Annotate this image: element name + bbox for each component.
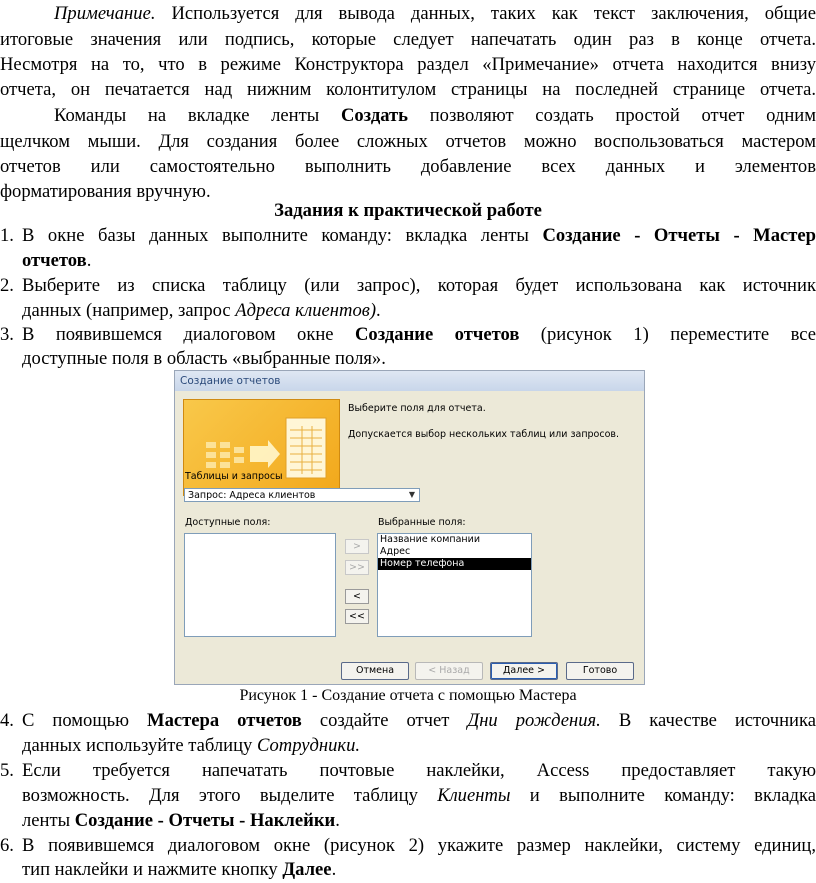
note-line-2: итоговые значения или подпись, которые с… xyxy=(0,29,816,50)
cancel-button[interactable]: Отмена xyxy=(341,662,409,680)
item-1-line-2: отчетов. xyxy=(22,250,92,271)
note-term: Примечание. xyxy=(54,3,156,24)
available-fields-list[interactable] xyxy=(184,533,336,637)
item-1-line-1: В окне базы данных выполните команду: вк… xyxy=(22,225,816,246)
item-3-line-1: В появившемся диалоговом окне Создание о… xyxy=(22,324,816,345)
section-title: Задания к практической работе xyxy=(274,200,542,221)
note-line-3: Несмотря на то, что в режиме Конструктор… xyxy=(0,54,816,75)
item-5-number: 5. xyxy=(0,760,14,781)
commands-line-2: щелчком мыши. Для создания более сложных… xyxy=(0,131,816,152)
item-3-number: 3. xyxy=(0,324,14,345)
list-item-selected[interactable]: Номер телефона xyxy=(378,558,531,570)
item-1-number: 1. xyxy=(0,225,14,246)
list-item[interactable]: Название компании xyxy=(378,534,531,546)
report-wizard-dialog: Создание отчетов Выберите поля для отчет… xyxy=(174,370,645,685)
item-4-number: 4. xyxy=(0,710,14,731)
tables-label: Таблицы и запросы xyxy=(185,471,283,482)
item-5-line-1: Если требуется напечатать почтовые накле… xyxy=(22,760,816,781)
item-4-line-1: С помощью Мастера отчетов создайте отчет… xyxy=(22,710,816,731)
item-5-line-3: ленты Создание - Отчеты - Наклейки. xyxy=(22,810,340,831)
commands-line-3: отчетов или самостоятельно выполнить доб… xyxy=(0,156,816,177)
item-4-line-2: данных используйте таблицу Сотрудники. xyxy=(22,735,361,756)
selected-fields-list[interactable]: Название компании Адрес Номер телефона xyxy=(377,533,532,637)
finish-button[interactable]: Готово xyxy=(566,662,634,680)
remove-all-fields-button[interactable]: << xyxy=(345,609,369,624)
figure-caption: Рисунок 1 - Создание отчета с помощью Ма… xyxy=(239,687,577,704)
list-item[interactable]: Адрес xyxy=(378,546,531,558)
commands-line-1: Команды на вкладке ленты Создать позволя… xyxy=(54,105,816,126)
item-6-number: 6. xyxy=(0,835,14,856)
item-2-line-1: Выберите из списка таблицу (или запрос),… xyxy=(22,275,816,296)
item-6-line-1: В появившемся диалоговом окне (рисунок 2… xyxy=(22,835,816,856)
add-all-fields-button[interactable]: >> xyxy=(345,560,369,575)
next-button[interactable]: Далее > xyxy=(490,662,558,680)
tables-combo[interactable]: Запрос: Адреса клиентов ▼ xyxy=(184,488,420,502)
dialog-title: Создание отчетов xyxy=(175,371,644,391)
selected-fields-label: Выбранные поля: xyxy=(378,517,466,528)
item-3-line-2: доступные поля в область «выбранные поля… xyxy=(22,348,386,369)
available-fields-label: Доступные поля: xyxy=(185,517,271,528)
note-line-1: Примечание. Используется для вывода данн… xyxy=(54,3,816,24)
prompt-multiple-tables: Допускается выбор нескольких таблиц или … xyxy=(348,429,620,440)
remove-field-button[interactable]: < xyxy=(345,589,369,604)
prompt-select-fields: Выберите поля для отчета. xyxy=(348,403,486,414)
item-2-number: 2. xyxy=(0,275,14,296)
item-5-line-2: возможность. Для этого выделите таблицу … xyxy=(22,785,816,806)
item-2-line-2: данных (например, запрос Адреса клиентов… xyxy=(22,300,381,321)
note-line-4: отчета, он печатается над нижним колонти… xyxy=(0,79,816,100)
chevron-down-icon[interactable]: ▼ xyxy=(405,489,419,501)
add-field-button[interactable]: > xyxy=(345,539,369,554)
back-button[interactable]: < Назад xyxy=(415,662,483,680)
